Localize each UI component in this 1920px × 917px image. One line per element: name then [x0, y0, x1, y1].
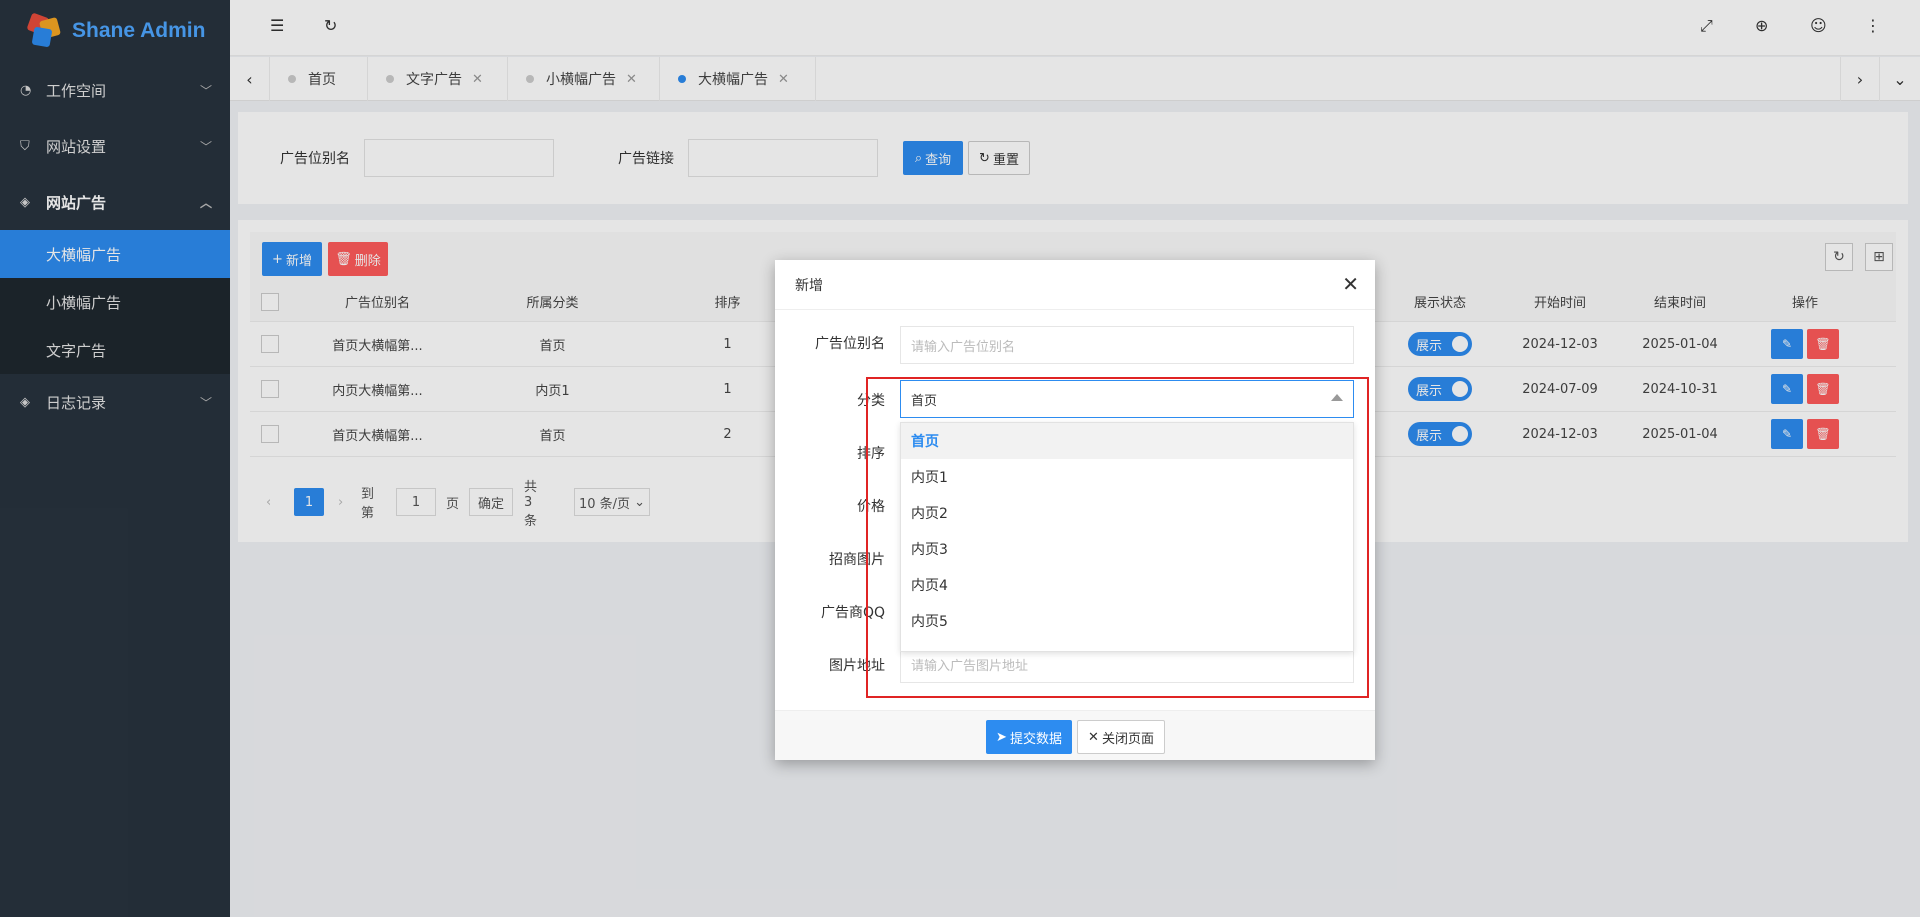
form-label-qq: 广告商QQ [820, 605, 885, 621]
image-url-placeholder: 请输入广告图片地址 [911, 658, 1029, 674]
add-dialog: 新增 ✕ 广告位别名 请输入广告位别名 分类 首页 排序 价格 招商图片 广告商… [775, 260, 1375, 760]
form-label-alias: 广告位别名 [815, 336, 885, 352]
dialog-header: 新增 ✕ [775, 260, 1375, 310]
dialog-body: 广告位别名 请输入广告位别名 分类 首页 排序 价格 招商图片 广告商QQ 图片… [775, 310, 1375, 710]
alias-input[interactable]: 请输入广告位别名 [900, 326, 1354, 364]
form-label-image-url: 图片地址 [829, 658, 885, 674]
close-icon[interactable]: ✕ [1342, 272, 1359, 296]
dropdown-option[interactable]: 内页1 [901, 459, 1353, 495]
form-label-price: 价格 [857, 499, 885, 515]
alias-placeholder: 请输入广告位别名 [911, 339, 1016, 355]
form-label-image: 招商图片 [829, 552, 885, 568]
category-value: 首页 [911, 393, 938, 409]
close-page-button-label: 关闭页面 [1101, 731, 1154, 747]
close-page-button[interactable]: ✕ 关闭页面 [1077, 720, 1165, 754]
submit-button-label: 提交数据 [1009, 731, 1062, 747]
caret-up-icon [1331, 394, 1343, 401]
dropdown-option[interactable]: 内页2 [901, 495, 1353, 531]
close-icon: ✕ [1088, 729, 1099, 745]
dialog-title: 新增 [795, 277, 823, 294]
category-select[interactable]: 首页 [900, 380, 1354, 418]
submit-button[interactable]: ➤ 提交数据 [986, 720, 1072, 754]
form-label-category: 分类 [857, 393, 885, 409]
form-label-sort: 排序 [857, 446, 885, 462]
dropdown-option[interactable]: 内页5 [901, 603, 1353, 639]
category-dropdown: 首页 内页1 内页2 内页3 内页4 内页5 [900, 422, 1354, 652]
dialog-footer: ➤ 提交数据 ✕ 关闭页面 [775, 710, 1375, 760]
dropdown-option[interactable]: 内页3 [901, 531, 1353, 567]
dropdown-option[interactable]: 内页4 [901, 567, 1353, 603]
dropdown-option[interactable]: 首页 [901, 423, 1353, 459]
send-icon: ➤ [996, 729, 1007, 745]
